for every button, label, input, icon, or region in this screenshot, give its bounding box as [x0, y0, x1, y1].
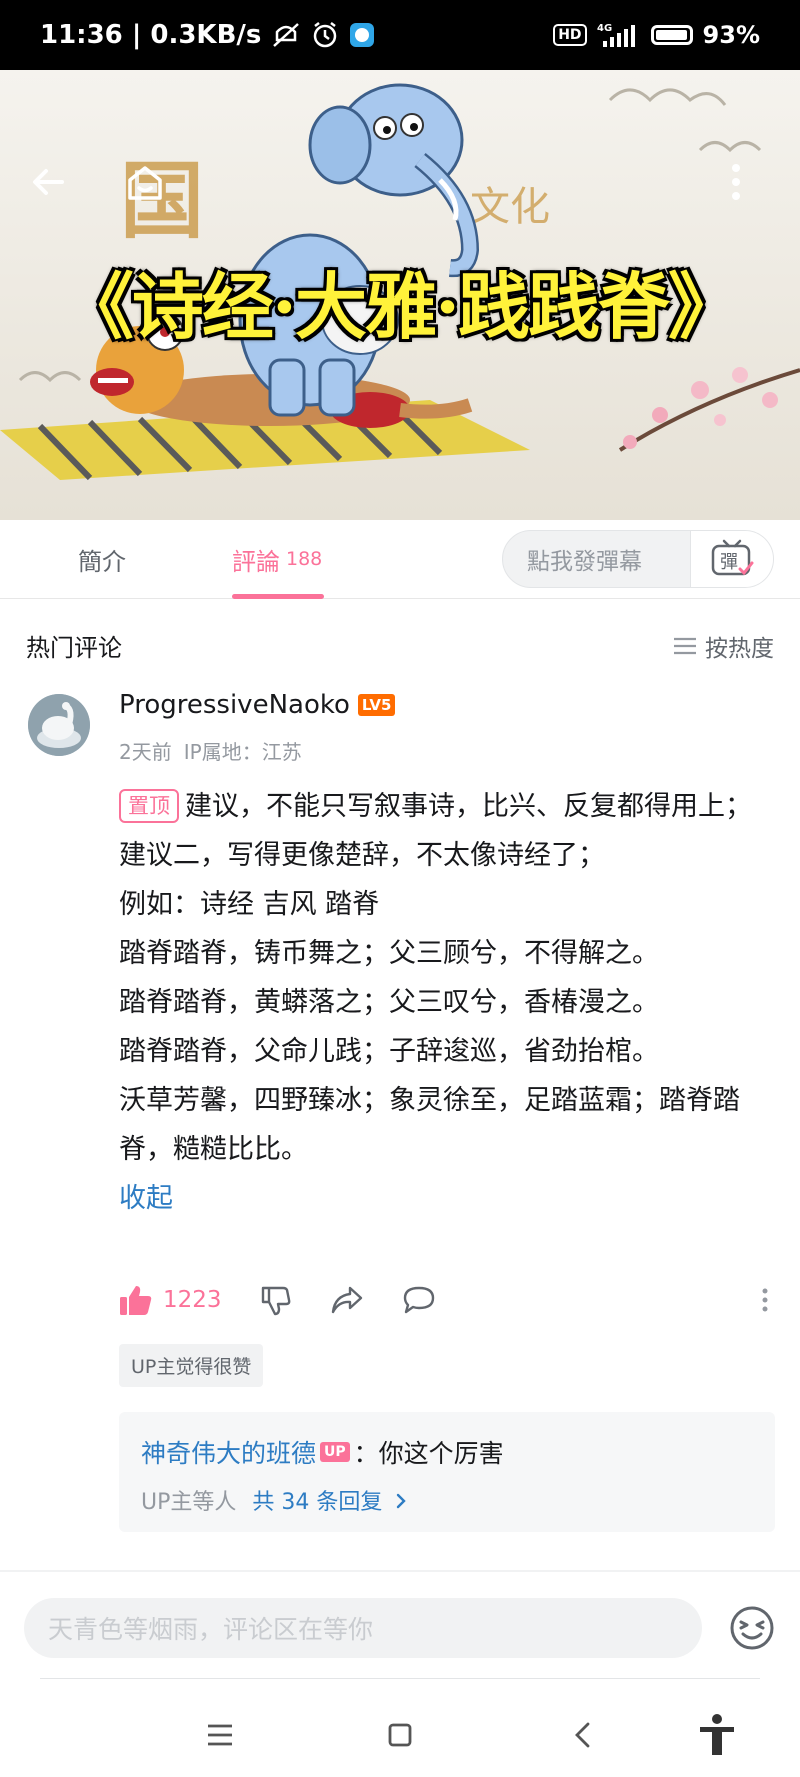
menu-icon	[208, 1724, 232, 1746]
sort-button[interactable]: 按热度	[673, 629, 774, 663]
reply-count: 共 34 条回复	[252, 1490, 383, 1515]
svg-text:4G: 4G	[597, 23, 612, 34]
comments-header: 热门评论 按热度	[26, 628, 774, 663]
back-nav-button[interactable]	[558, 1710, 608, 1760]
emoji-button[interactable]	[728, 1604, 776, 1652]
up-badge: UP	[320, 1442, 350, 1462]
input-divider	[40, 1678, 760, 1679]
back-chevron-icon	[575, 1722, 590, 1748]
comment-more-button[interactable]	[761, 1287, 769, 1313]
hd-badge: HD	[553, 24, 587, 46]
reply-preview[interactable]: 神奇伟大的班德 UP ：你这个厉害 UP主等人 共 34 条回复	[119, 1412, 775, 1532]
comment-ip: IP属地：江苏	[183, 740, 302, 764]
comment-line: 沃草芳馨，四野臻冰；象灵徐至，足踏蓝霜；踏脊踏脊，糙糙比比。	[119, 1085, 740, 1165]
thumbs-up-icon	[120, 1286, 152, 1315]
battery-icon	[650, 25, 693, 45]
svg-text:文化: 文化	[470, 184, 550, 230]
comment-body: 置顶 建议，不能只写叙事诗，比兴、反复都得用上； 建议二，写得更像楚辞，不太像诗经…	[119, 782, 759, 1223]
video-title-overlay: 《诗经·大雅·践践脊》	[61, 264, 740, 349]
comment-time: 2天前	[119, 740, 172, 764]
signal-icon: 4G	[597, 21, 641, 49]
active-tab-indicator	[232, 594, 324, 599]
danmaku-input[interactable]: 點我發彈幕 彈	[502, 530, 774, 588]
thumbs-down-icon	[261, 1286, 290, 1316]
emoji-icon	[730, 1606, 774, 1650]
chevron-right-icon	[397, 1493, 407, 1509]
system-nav-bar	[0, 1690, 800, 1777]
comment-line: 置顶 建议，不能只写叙事诗，比兴、反复都得用上；	[119, 782, 759, 831]
danmaku-toggle-button[interactable]: 彈	[690, 531, 773, 587]
danmaku-button-label: 彈	[720, 552, 738, 573]
comment-line: 踏脊踏脊，父命儿践；子辞逡巡，省劲抬棺。	[119, 1036, 659, 1067]
view-replies-link[interactable]: 共 34 条回复	[252, 1484, 407, 1516]
more-options-button[interactable]	[730, 162, 790, 222]
accessibility-button[interactable]	[692, 1710, 742, 1760]
level-badge: LV5	[357, 694, 396, 716]
comment-line: 踏脊踏脊，铸币舞之；父三顾兮，不得解之。	[119, 938, 659, 969]
danmaku-tv-icon: 彈	[711, 539, 754, 576]
sort-label: 按热度	[705, 635, 774, 662]
list-icon	[674, 637, 696, 654]
status-time-speed: 11:36 | 0.3KB/s	[40, 20, 262, 50]
mute-icon	[271, 22, 301, 48]
like-button[interactable]: 1223	[119, 1284, 222, 1316]
alarm-icon	[311, 21, 339, 49]
tab-comments-label: 評論	[232, 547, 280, 576]
home-nav-button[interactable]	[375, 1710, 425, 1760]
home-icon	[128, 166, 162, 200]
share-button[interactable]	[330, 1285, 364, 1315]
reply-meta: UP主等人 共 34 条回复	[141, 1484, 753, 1516]
reply-meta-prefix: UP主等人	[141, 1490, 237, 1515]
up-liked-tag: UP主觉得很赞	[119, 1344, 264, 1387]
hot-comments-title: 热门评论	[26, 634, 122, 662]
danmaku-placeholder: 點我發彈幕	[527, 549, 642, 575]
avatar-image	[28, 694, 90, 756]
video-player[interactable]: 国 文化 《诗经·大雅·践践脊》	[0, 70, 800, 520]
comment-meta: 2天前 IP属地：江苏	[119, 736, 302, 765]
comment-input-placeholder: 天青色等烟雨，评论区在等你	[48, 1615, 374, 1644]
comment-author[interactable]: ProgressiveNaoko LV5	[119, 690, 396, 720]
reply-item: 神奇伟大的班德 UP ：你这个厉害	[141, 1434, 753, 1470]
back-button[interactable]	[28, 162, 88, 222]
recent-apps-button[interactable]	[195, 1710, 245, 1760]
tab-comments[interactable]: 評論 188	[232, 520, 322, 598]
comment-line: 建议二，写得更像楚辞，不太像诗经了；	[119, 840, 605, 871]
share-icon	[331, 1286, 362, 1314]
square-icon	[388, 1723, 412, 1747]
comment-bubble-icon	[403, 1286, 434, 1314]
tab-intro[interactable]: 簡介	[78, 520, 126, 598]
reply-text: ：你这个厉害	[353, 1439, 504, 1468]
comment-actions: 1223	[119, 1284, 769, 1316]
comment-line: 踏脊踏脊，黄蟒落之；父三叹兮，香椿漫之。	[119, 987, 659, 1018]
collapse-link[interactable]: 收起	[119, 1174, 759, 1223]
back-arrow-icon	[33, 169, 64, 195]
section-divider	[0, 1570, 800, 1572]
more-vertical-icon	[732, 164, 740, 200]
app-notification-icon	[349, 22, 375, 48]
tab-intro-label: 簡介	[78, 547, 126, 576]
accessibility-icon	[700, 1714, 734, 1755]
dislike-button[interactable]	[260, 1284, 292, 1316]
reply-button[interactable]	[402, 1285, 436, 1315]
battery-percent: 93%	[702, 21, 760, 49]
username: ProgressiveNaoko	[119, 690, 350, 720]
status-bar: 11:36 | 0.3KB/s HD 4G 93%	[0, 0, 800, 70]
tab-comments-count: 188	[286, 548, 323, 570]
home-button[interactable]	[124, 162, 184, 222]
more-vertical-icon	[762, 1288, 768, 1312]
reply-username[interactable]: 神奇伟大的班德	[141, 1434, 316, 1470]
comment-line: 例如：诗经 吉风 踏脊	[119, 889, 380, 920]
tab-bar: 簡介 評論 188 點我發彈幕 彈	[0, 520, 800, 599]
pinned-badge: 置顶	[119, 789, 179, 823]
comment-input[interactable]: 天青色等烟雨，评论区在等你	[24, 1598, 702, 1658]
like-count: 1223	[163, 1287, 222, 1313]
avatar[interactable]	[28, 694, 90, 756]
